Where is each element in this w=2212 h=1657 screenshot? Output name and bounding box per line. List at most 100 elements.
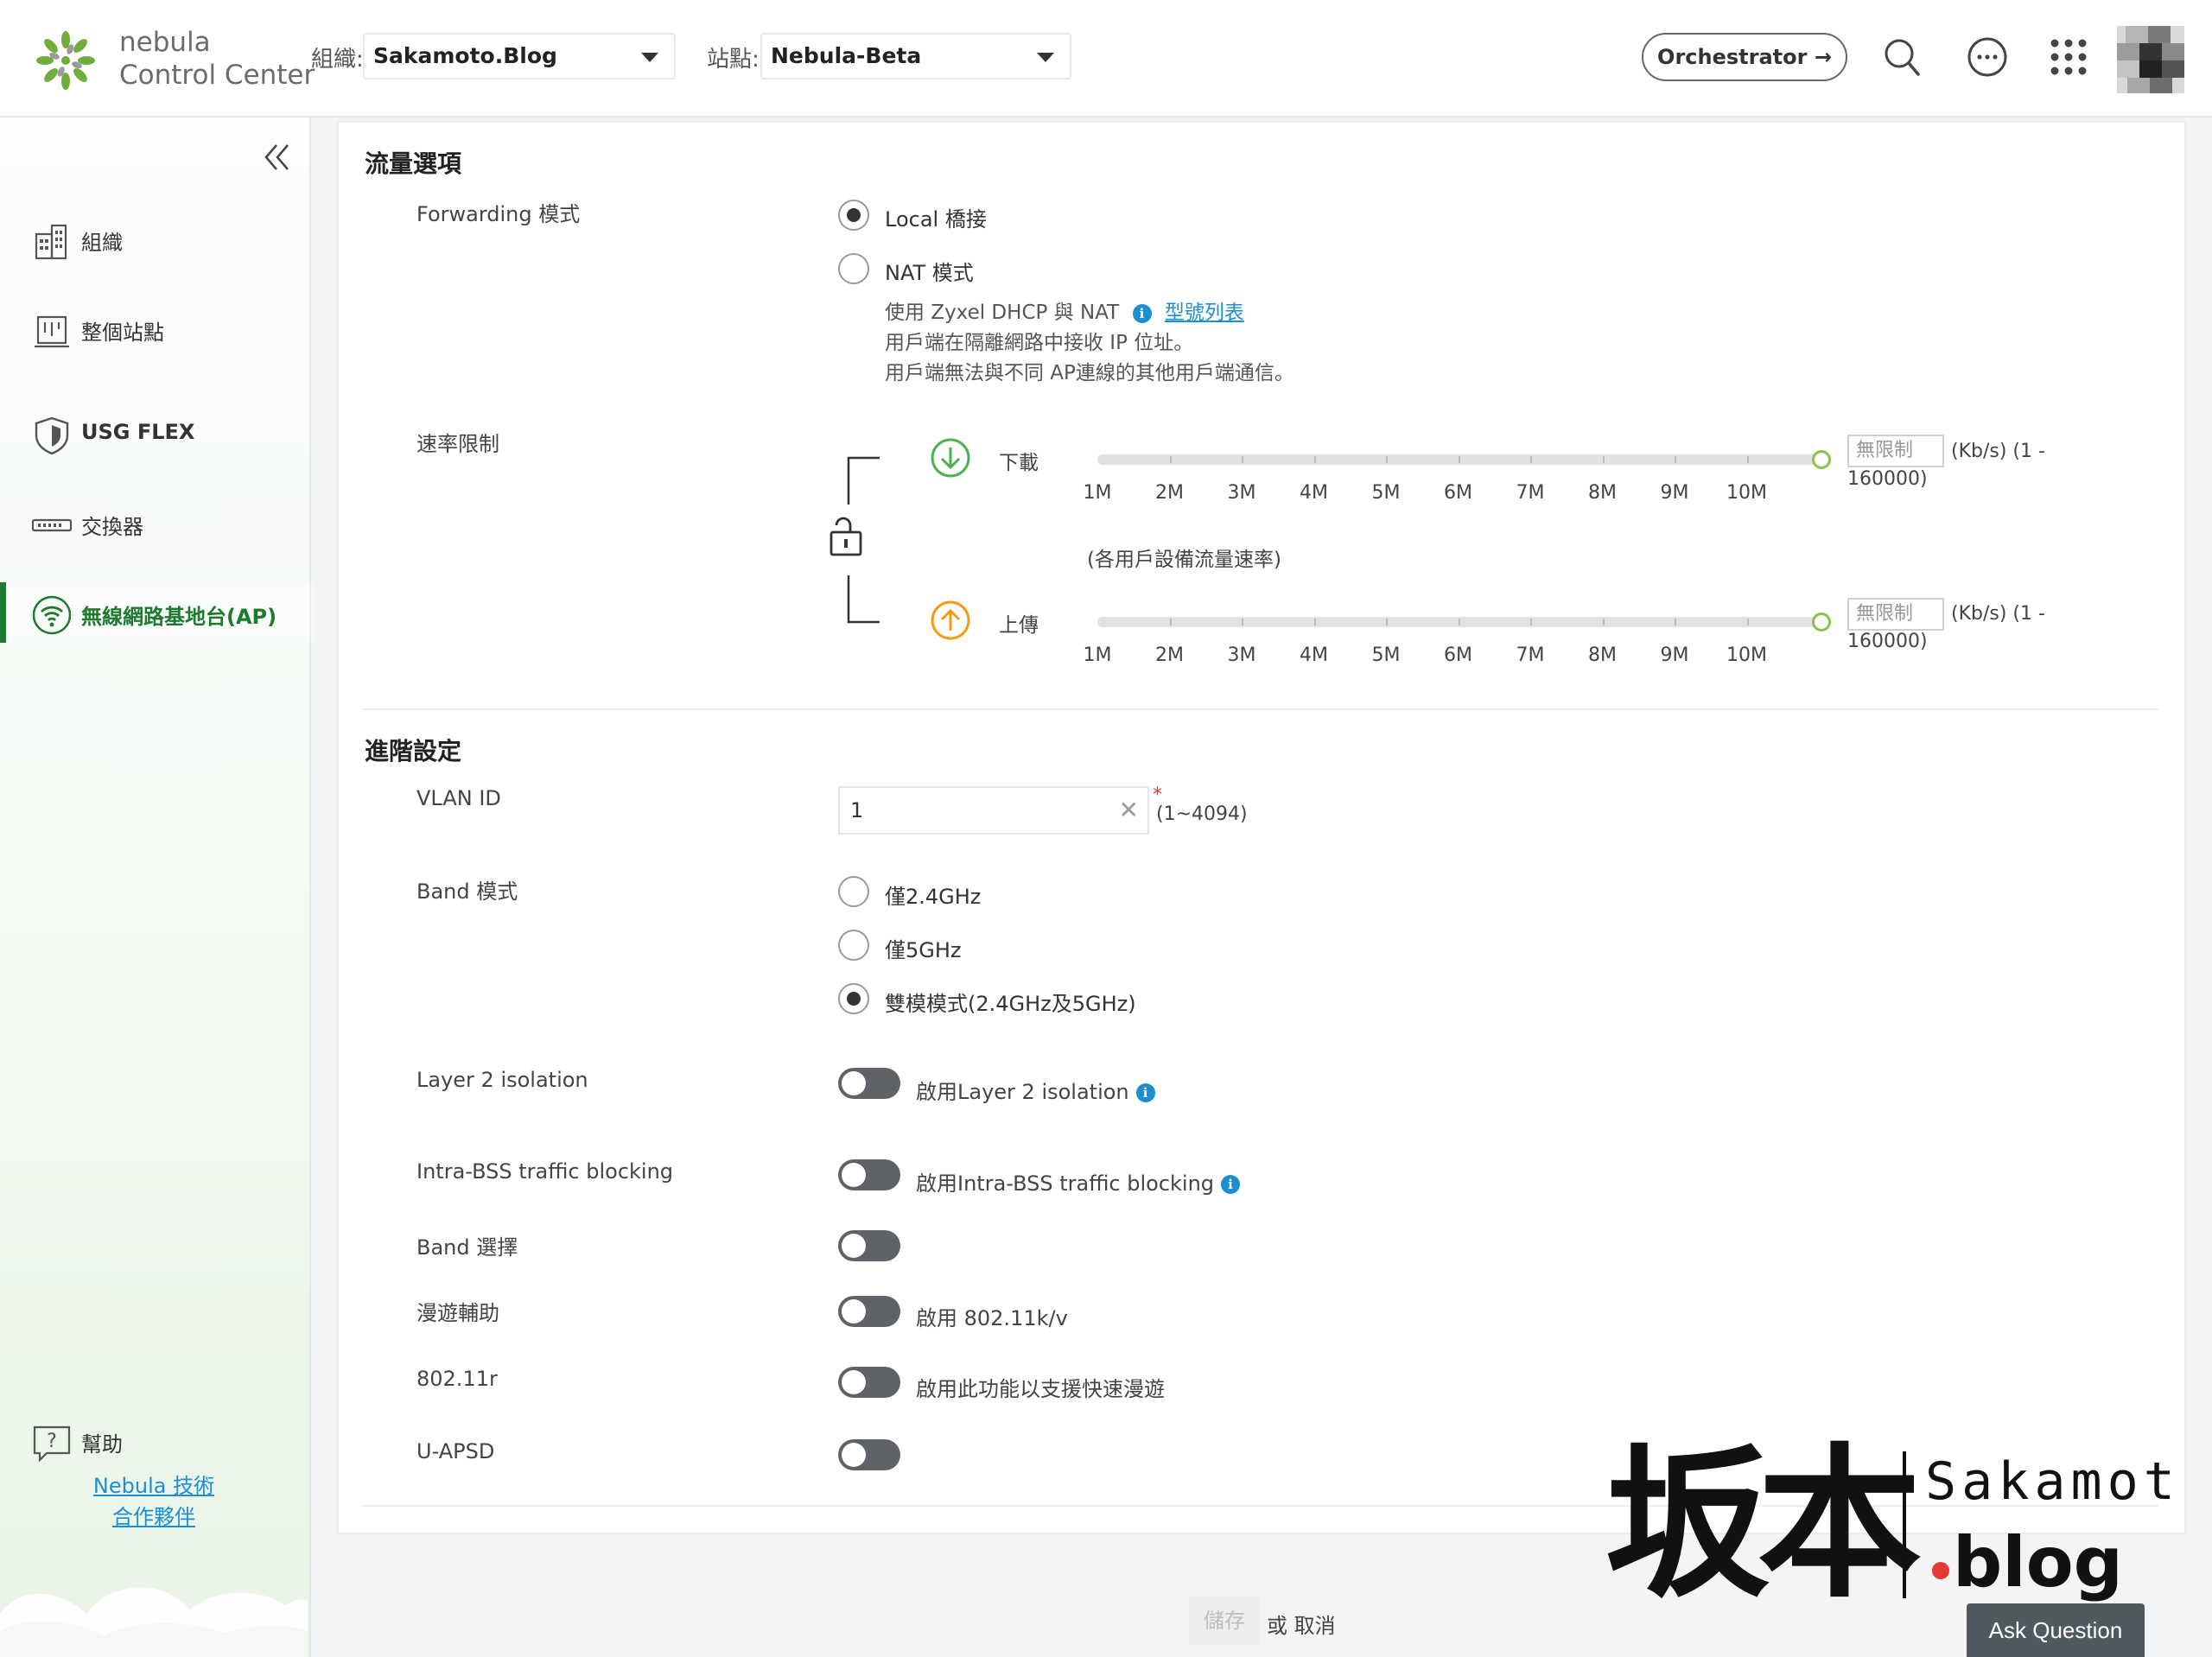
caret-down-icon [1037,53,1054,62]
radio-band-5[interactable] [838,930,869,961]
info-icon[interactable]: i [1132,303,1152,323]
apps-grid-icon[interactable] [2046,35,2091,79]
avatar[interactable] [2117,26,2184,93]
upload-slider[interactable] [1097,617,1821,627]
download-slider-tick [1242,456,1243,463]
vlan-id-input[interactable]: 1 ✕ [838,786,1149,835]
download-tick-label: 10M [1726,482,1767,504]
rate-limit-label: 速率限制 [416,432,499,456]
upload-slider-tick [1675,619,1676,625]
nebula-logo-icon[interactable] [35,29,97,92]
chat-icon[interactable] [1965,35,2010,79]
cloud-decoration [0,1587,308,1657]
upload-unit: (Kb/s) (1 - [1951,603,2045,625]
sidebar-item-help[interactable]: ? 幫助 [0,1410,308,1470]
settings-panel [337,121,2186,1534]
vlan-id-value: 1 [850,798,864,822]
info-icon[interactable]: i [1221,1175,1241,1194]
collapse-sidebar-icon[interactable] [259,140,294,175]
roaming-assist-toggle-label: 啟用 802.11k/v [916,1306,1068,1330]
clear-icon[interactable]: ✕ [1119,788,1139,833]
upload-slider-knob[interactable] [1812,613,1831,632]
upload-slider-tick [1602,619,1605,625]
upload-slider-tick [1458,619,1460,625]
nat-mode-label[interactable]: NAT 模式 [885,256,974,286]
intra-bss-label: Intra-BSS traffic blocking [416,1159,674,1184]
product-name: nebula Control Center [119,26,315,92]
upload-tick-label: 8M [1588,644,1617,666]
unlock-icon[interactable] [828,515,866,558]
radio-local-bridge[interactable] [838,200,869,231]
l2-isolation-toggle[interactable] [838,1068,900,1099]
download-tick-label: 8M [1588,482,1617,504]
download-slider[interactable] [1097,454,1821,465]
building-icon [35,224,67,260]
download-tick-label: 3M [1227,482,1256,504]
nat-note-2: 用戶端在隔離網路中接收 IP 位址。 [885,332,1194,354]
org-select[interactable]: Sakamoto.Blog [363,33,676,79]
ask-question-button[interactable]: Ask Question [1967,1603,2145,1657]
forwarding-mode-label: Forwarding 模式 [416,202,581,226]
fast-roaming-label: 802.11r [416,1367,498,1391]
band-dual-label[interactable]: 雙模模式(2.4GHz及5GHz) [885,987,1136,1017]
download-tick-label: 7M [1516,482,1545,504]
sidebar-item-organization[interactable]: 組織 [0,208,308,269]
band-24-label[interactable]: 僅2.4GHz [885,879,981,910]
radio-nat-mode[interactable] [838,253,869,284]
download-slider-tick [1602,456,1605,463]
upload-slider-tick [1313,619,1316,625]
download-limit-input[interactable]: 無限制 [1847,435,1944,467]
search-icon[interactable] [1880,35,1925,79]
sidebar-item-usg-flex[interactable]: USG FLEX [0,403,308,463]
upload-tick-label: 6M [1444,644,1472,666]
download-slider-knob[interactable] [1812,450,1831,469]
model-list-link[interactable]: 型號列表 [1165,302,1244,324]
site-icon [35,315,69,348]
download-unit: (Kb/s) (1 - [1951,441,2045,462]
info-icon[interactable]: i [1135,1083,1155,1102]
band-steering-toggle[interactable] [838,1230,900,1261]
roaming-assist-toggle[interactable] [838,1296,900,1327]
orchestrator-button[interactable]: Orchestrator → [1642,33,1847,81]
sidebar-item-label: 整個站點 [81,321,164,345]
cancel-link[interactable]: 或 取消 [1267,1609,1336,1639]
sidebar-item-label: USG FLEX [81,420,195,444]
org-select-value: Sakamoto.Blog [373,43,557,68]
radio-band-24[interactable] [838,876,869,907]
intra-bss-toggle[interactable] [838,1159,900,1190]
download-slider-tick [1530,456,1532,463]
upload-tick-label: 9M [1660,644,1689,666]
sidebar-item-ap[interactable]: 無線網路基地台(AP) [0,582,314,643]
upload-limit-input[interactable]: 無限制 [1847,598,1944,631]
wifi-icon [32,595,72,635]
help-icon: ? [33,1425,71,1463]
download-icon [931,438,970,478]
uapsd-toggle[interactable] [838,1439,900,1470]
logo-line-1: nebula [119,27,211,58]
nat-note-prefix: 使用 Zyxel DHCP 與 NAT [885,302,1120,324]
local-bridge-label[interactable]: Local 橋接 [885,202,987,232]
radio-band-dual[interactable] [838,983,869,1014]
save-button[interactable]: 儲存 [1189,1597,1260,1645]
intra-bss-toggle-label: 啟用Intra-BSS traffic blocking i [916,1166,1241,1197]
l2-isolation-toggle-text: 啟用Layer 2 isolation [916,1080,1129,1104]
sidebar-item-label: 組織 [81,231,123,255]
svg-text:?: ? [47,1431,57,1452]
band-5-label[interactable]: 僅5GHz [885,933,962,963]
sidebar-item-switch[interactable]: 交換器 [0,492,308,553]
upload-slider-tick [1530,619,1532,625]
upload-slider-tick [1746,619,1749,625]
fast-roaming-toggle[interactable] [838,1367,900,1398]
site-select[interactable]: Nebula-Beta [760,33,1071,79]
section-divider [363,708,2158,710]
org-label: 組織: [311,47,364,73]
top-bar: nebula Control Center 組織: Sakamoto.Blog … [0,0,2212,117]
sidebar-item-site[interactable]: 整個站點 [0,298,308,359]
l2-isolation-toggle-label: 啟用Layer 2 isolation i [916,1075,1155,1105]
sidebar-item-label: 無線網路基地台(AP) [81,605,277,629]
partner-link-line1: Nebula 技術 [92,1474,215,1498]
sidebar-item-label: 幫助 [81,1432,123,1457]
upload-icon [931,600,970,640]
per-client-note: (各用戶設備流量速率) [1087,549,1281,571]
upload-tick-label: 7M [1516,644,1545,666]
